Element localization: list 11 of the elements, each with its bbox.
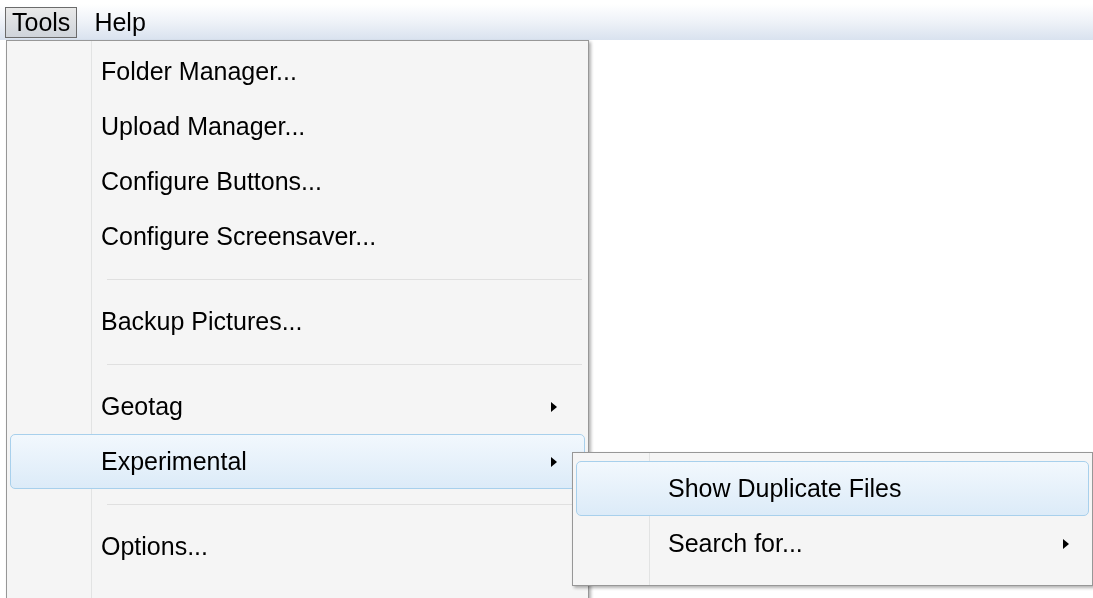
menu-item[interactable]: Search for... [576,516,1089,571]
menu-item[interactable]: Upload Manager... [10,99,585,154]
menu-item[interactable]: Configure Screensaver... [10,209,585,264]
menu-item[interactable]: Folder Manager... [10,44,585,99]
menu-item[interactable]: Backup Pictures... [10,294,585,349]
menu-item[interactable]: Configure Buttons... [10,154,585,209]
menu-item[interactable]: Geotag [10,379,585,434]
menu-bar-item[interactable]: Help [87,6,153,38]
menu-item[interactable]: Show Duplicate Files [576,461,1089,516]
menu-bar-item[interactable]: Tools [5,6,78,38]
menu-item[interactable]: Experimental [10,434,585,489]
